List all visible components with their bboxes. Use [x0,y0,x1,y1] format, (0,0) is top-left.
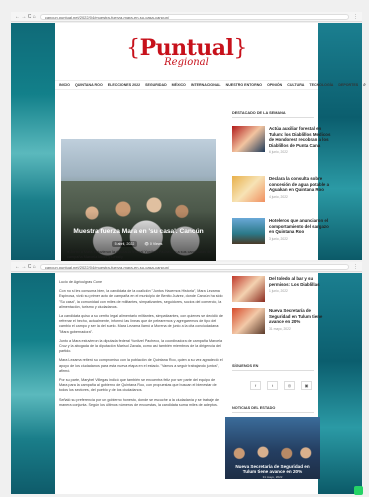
facebook-icon[interactable]: f [250,381,261,390]
nav-item-deportes[interactable]: DEPORTES [338,83,358,87]
post-title[interactable]: Actúa auxiliar forestal en Tulum: los Di… [269,126,332,148]
post-title[interactable]: Hoteleros que anunciaron el comportamien… [269,218,332,235]
noticia-featured[interactable]: Nueva Secretaría de Seguridad en Tulum t… [225,417,320,479]
browser-menu-icon[interactable]: ⋮ [353,14,358,20]
post-date: 1 junio, 2022 [269,289,288,294]
browser-toolbar-2: ← → C ⌂ cancun.puntual.net/2022/04/muest… [11,262,362,272]
nav-item-opinion[interactable]: OPINIÓN [267,83,282,87]
sidebar-post[interactable]: Actúa auxiliar forestal en Tulum: los Di… [232,126,332,154]
article-paragraph: Junto a Mara estuvieron la diputada fede… [59,338,223,354]
instagram-icon[interactable]: ◎ [284,381,295,390]
author-line: Lucio de Agriculgras Cone [59,280,103,284]
noticia-date: 31 mayo, 2022 [262,475,283,479]
browser-toolbar: ← → C ⌂ cancun.puntual.net/2022/04/muest… [11,12,362,22]
whatsapp-icon[interactable] [354,486,363,495]
sidebar-post[interactable]: Declara la consulta sobre concesión de a… [232,176,332,202]
post-thumbnail[interactable] [232,276,265,302]
nav-item-seguridad[interactable]: SEGURIDAD [145,83,167,87]
post-thumbnail[interactable] [232,176,265,202]
main-nav: INICIO QUINTANA ROO ELECCIONES 2022 SEGU… [55,80,366,90]
noticia-caption[interactable]: Nueva Secretaría de Seguridad en Tulum t… [229,464,316,475]
article-summary-bullet: ● Junto a Mara estuvieron la diputada fe… [67,250,212,259]
browser-nav-icons[interactable]: ← → C ⌂ [15,264,36,270]
post-title[interactable]: Declara la consulta sobre concesión de a… [269,176,332,193]
noticias-title: NOTICIAS DEL ESTADO [232,406,314,413]
hero-views: 👁 0 Views [144,242,163,246]
article-paragraph: Con no si les consuma bien, la candidata… [59,289,223,309]
article-paragraph: La candidata quiso a su cerrito legal al… [59,314,223,334]
nav-item-inicio[interactable]: INICIO [59,83,70,87]
article-paragraph: Mara Lezama reiteró su compromiso con la… [59,358,223,373]
sidebar-post[interactable]: Hoteleros que anunciaron el comportamien… [232,218,332,244]
nav-item-quintana-roo[interactable]: QUINTANA ROO [75,83,103,87]
post-thumbnail[interactable] [232,308,265,334]
nav-item-mexico[interactable]: MÉXICO [172,83,186,87]
nav-item-nuestro-entorno[interactable]: NUESTRO ENTORNO [226,83,262,87]
ocean-background-left-2 [11,273,55,494]
post-title[interactable]: Del toledo al bar y su permisos: Los Dia… [269,276,332,287]
nav-item-internacional[interactable]: INTERNACIONAL [191,83,221,87]
hero-title[interactable]: Muestra fuerza Mara en 'su casa'. Cancún [65,228,212,235]
follow-title: SÍGUENOS EN [232,364,314,371]
browser-nav-icons[interactable]: ← → C ⌂ [15,14,36,20]
post-title[interactable]: Nueva Secretaría de Seguridad en Tulum t… [269,308,332,325]
post-date: 4 junio, 2022 [269,194,288,199]
search-icon[interactable]: ⌕ [363,82,366,88]
article-paragraph: Señaló su preferencia por un gobierno ho… [59,397,220,407]
ocean-background-right-2 [318,273,362,494]
ocean-background-left [11,23,55,260]
nav-item-elecciones[interactable]: ELECCIONES 2022 [108,83,140,87]
article-paragraph: Por su parte, Marybel Villegas indicó qu… [59,378,217,393]
twitter-icon[interactable]: t [267,381,278,390]
rss-icon[interactable]: ▣ [301,381,312,390]
hero-date: 5 abril, 2022 [111,241,138,247]
browser-menu-icon[interactable]: ⋮ [353,264,358,270]
nav-item-tecnologia[interactable]: TECNOLOGÍA [309,83,333,87]
article-body: Lucio de Agriculgras Cone Con no si les … [59,280,223,412]
post-date: 31 mayo, 2022 [269,326,291,331]
nav-item-cultura[interactable]: CULTURA [287,83,304,87]
social-icons: f t ◎ ▣ [250,381,312,390]
post-thumbnail[interactable] [232,218,265,244]
address-bar[interactable]: cancun.puntual.net/2022/04/muestra-fuerz… [39,13,349,20]
post-date: 3 junio, 2022 [269,236,288,241]
address-bar[interactable]: cancun.puntual.net/2022/04/muestra-fuerz… [39,263,349,270]
hero-image[interactable]: Muestra fuerza Mara en 'su casa'. Cancún… [61,139,216,261]
sidebar-title: DESTACADO DE LA SEMANA [232,111,314,118]
sidebar-post[interactable]: Del toledo al bar y su permisos: Los Dia… [232,276,332,302]
sidebar-post[interactable]: Nueva Secretaría de Seguridad en Tulum t… [232,308,332,334]
post-date: 6 junio, 2022 [269,150,288,155]
site-logo[interactable]: {Puntual} Regional [126,35,247,68]
post-thumbnail[interactable] [232,126,265,152]
